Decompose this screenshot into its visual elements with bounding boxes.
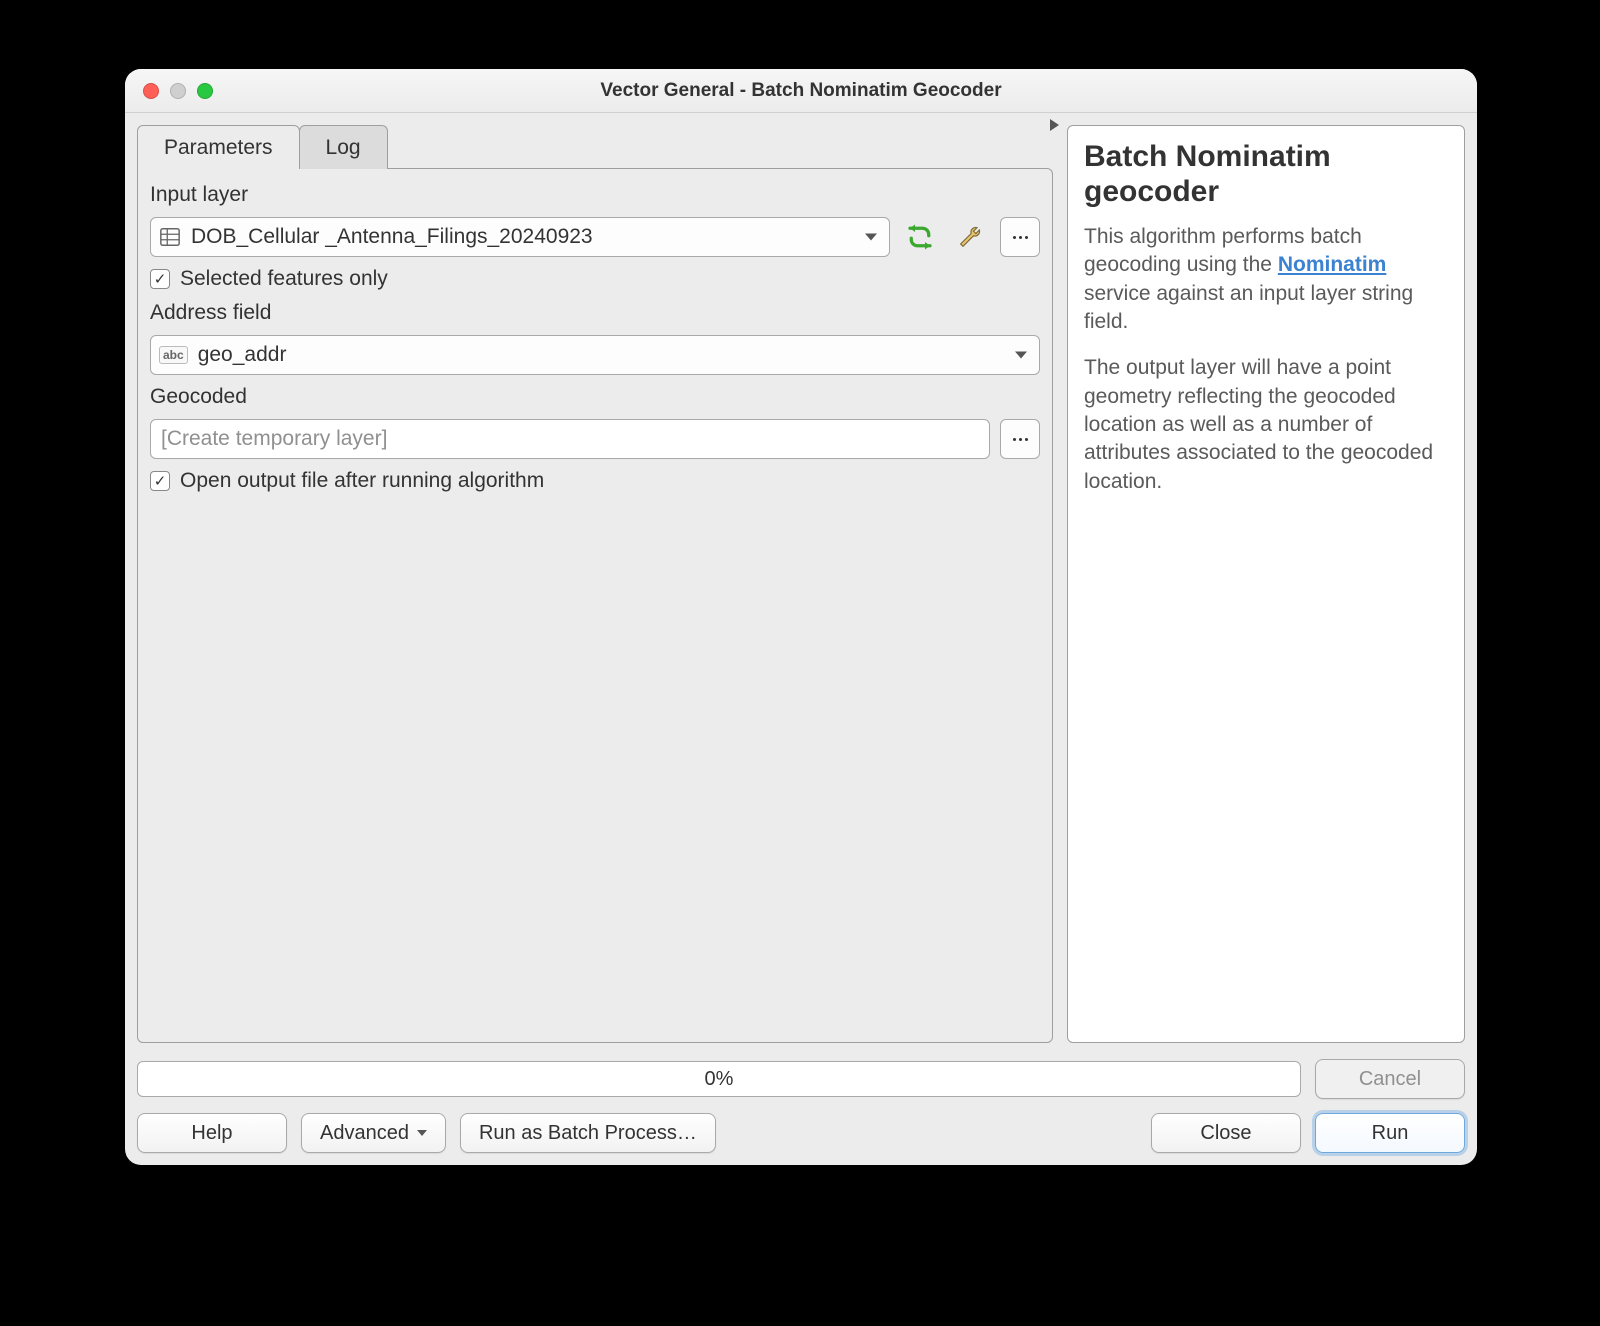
checkbox-checked-icon: ✓ — [150, 471, 170, 491]
chevron-down-icon — [417, 1130, 427, 1136]
button-row: Help Advanced Run as Batch Process… Clos… — [137, 1113, 1465, 1153]
geocoded-row: [Create temporary layer] — [150, 419, 1040, 459]
dialog-window: Vector General - Batch Nominatim Geocode… — [125, 69, 1477, 1165]
ellipsis-icon — [1013, 236, 1028, 239]
run-as-batch-button[interactable]: Run as Batch Process… — [460, 1113, 716, 1153]
help-button[interactable]: Help — [137, 1113, 287, 1153]
help-title: Batch Nominatim geocoder — [1084, 140, 1448, 209]
progress-bar: 0% — [137, 1061, 1301, 1097]
progress-text: 0% — [705, 1068, 734, 1091]
zoom-window-icon[interactable] — [197, 83, 213, 99]
run-button-label: Run — [1372, 1122, 1409, 1145]
tab-parameters-label: Parameters — [164, 136, 273, 160]
help-paragraph-2: The output layer will have a point geome… — [1084, 354, 1448, 496]
progress-row: 0% Cancel — [137, 1059, 1465, 1099]
help-button-label: Help — [191, 1122, 232, 1145]
input-layer-label: Input layer — [150, 183, 1040, 207]
tab-parameters[interactable]: Parameters — [137, 125, 300, 169]
minimize-window-icon[interactable] — [170, 83, 186, 99]
iterate-features-button[interactable] — [900, 217, 940, 257]
advanced-button-label: Advanced — [320, 1122, 409, 1145]
open-output-label: Open output file after running algorithm — [180, 469, 544, 493]
ellipsis-icon — [1013, 438, 1028, 441]
tab-log[interactable]: Log — [299, 125, 388, 169]
close-button-label: Close — [1200, 1122, 1251, 1145]
titlebar: Vector General - Batch Nominatim Geocode… — [125, 69, 1477, 113]
help-panel: Batch Nominatim geocoder This algorithm … — [1067, 125, 1465, 1043]
address-field-label: Address field — [150, 301, 1040, 325]
address-field-value: geo_addr — [198, 343, 287, 367]
input-layer-combo[interactable]: DOB_Cellular _Antenna_Filings_20240923 — [150, 217, 890, 257]
close-window-icon[interactable] — [143, 83, 159, 99]
table-layer-icon — [159, 226, 181, 248]
input-layer-value: DOB_Cellular _Antenna_Filings_20240923 — [191, 225, 593, 249]
chevron-down-icon — [865, 234, 877, 241]
selected-only-label: Selected features only — [180, 267, 388, 291]
geocoded-placeholder: [Create temporary layer] — [161, 427, 387, 451]
dialog-body: Parameters Log Input layer DOB_Cellular — [125, 113, 1477, 1165]
run-as-batch-label: Run as Batch Process… — [479, 1122, 697, 1145]
checkbox-checked-icon: ✓ — [150, 269, 170, 289]
cancel-button[interactable]: Cancel — [1315, 1059, 1465, 1099]
selected-only-checkbox[interactable]: ✓ Selected features only — [150, 267, 1040, 291]
geocoded-label: Geocoded — [150, 385, 1040, 409]
address-field-row: abc geo_addr — [150, 335, 1040, 375]
tab-log-label: Log — [326, 136, 361, 160]
cancel-button-label: Cancel — [1359, 1068, 1421, 1091]
tab-bar: Parameters Log — [137, 125, 1053, 169]
run-button[interactable]: Run — [1315, 1113, 1465, 1153]
chevron-down-icon — [1015, 352, 1027, 359]
advanced-options-button[interactable] — [950, 217, 990, 257]
text-field-icon: abc — [159, 346, 188, 364]
input-layer-browse-button[interactable] — [1000, 217, 1040, 257]
left-column: Parameters Log Input layer DOB_Cellular — [137, 125, 1053, 1043]
open-output-checkbox[interactable]: ✓ Open output file after running algorit… — [150, 469, 1040, 493]
advanced-button[interactable]: Advanced — [301, 1113, 446, 1153]
geocoded-output-input[interactable]: [Create temporary layer] — [150, 419, 990, 459]
input-layer-row: DOB_Cellular _Antenna_Filings_20240923 — [150, 217, 1040, 257]
close-button[interactable]: Close — [1151, 1113, 1301, 1153]
help-paragraph-1: This algorithm performs batch geocoding … — [1084, 223, 1448, 336]
window-title: Vector General - Batch Nominatim Geocode… — [600, 80, 1001, 102]
window-controls — [143, 83, 213, 99]
geocoded-browse-button[interactable] — [1000, 419, 1040, 459]
nominatim-link[interactable]: Nominatim — [1278, 253, 1387, 276]
parameters-panel: Input layer DOB_Cellular _Antenna_Filing… — [137, 168, 1053, 1043]
main-row: Parameters Log Input layer DOB_Cellular — [137, 113, 1465, 1043]
address-field-combo[interactable]: abc geo_addr — [150, 335, 1040, 375]
